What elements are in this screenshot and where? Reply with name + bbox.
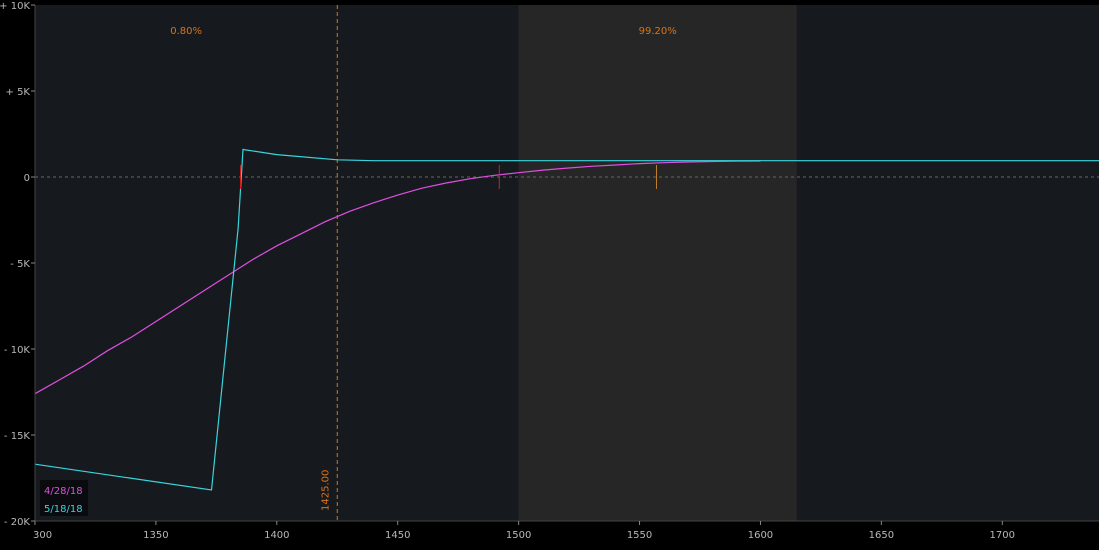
probability-region bbox=[35, 5, 338, 521]
probability-region bbox=[518, 5, 797, 521]
y-tick-label: - 15K bbox=[4, 431, 31, 442]
x-tick-label: 1550 bbox=[627, 530, 652, 541]
price-marker-label: 1425.00 bbox=[320, 470, 331, 511]
y-tick-label: 0 bbox=[24, 173, 30, 184]
legend-entry: 5/18/18 bbox=[44, 504, 83, 515]
x-tick-label: 1650 bbox=[869, 530, 894, 541]
chart-container: 0.80% 99.20% 1425.00 + 10K + 5K 0 - 5K - 10K - 1… bbox=[0, 0, 1099, 546]
y-tick-label: - 5K bbox=[10, 259, 30, 270]
x-tick-label: 1450 bbox=[385, 530, 410, 541]
y-tick-label: - 10K bbox=[4, 345, 31, 356]
y-tick-label: + 5K bbox=[6, 87, 31, 98]
x-tick-label: 1400 bbox=[264, 530, 289, 541]
x-tick-label: 1500 bbox=[506, 530, 531, 541]
y-tick-label: - 20K bbox=[4, 517, 31, 528]
legend-entry: 4/28/18 bbox=[44, 486, 83, 497]
region-probability-label: 99.20% bbox=[639, 26, 677, 37]
x-tick-label: 1700 bbox=[990, 530, 1015, 541]
x-tick-label: 1600 bbox=[748, 530, 773, 541]
x-tick-label: 1350 bbox=[143, 530, 168, 541]
risk-profile-chart: 0.80% 99.20% 1425.00 + 10K + 5K 0 - 5K - 10K - 1… bbox=[0, 0, 1099, 546]
y-tick-label: + 10K bbox=[0, 1, 30, 12]
region-probability-label: 0.80% bbox=[170, 26, 202, 37]
x-tick-label: 300 bbox=[33, 530, 52, 541]
